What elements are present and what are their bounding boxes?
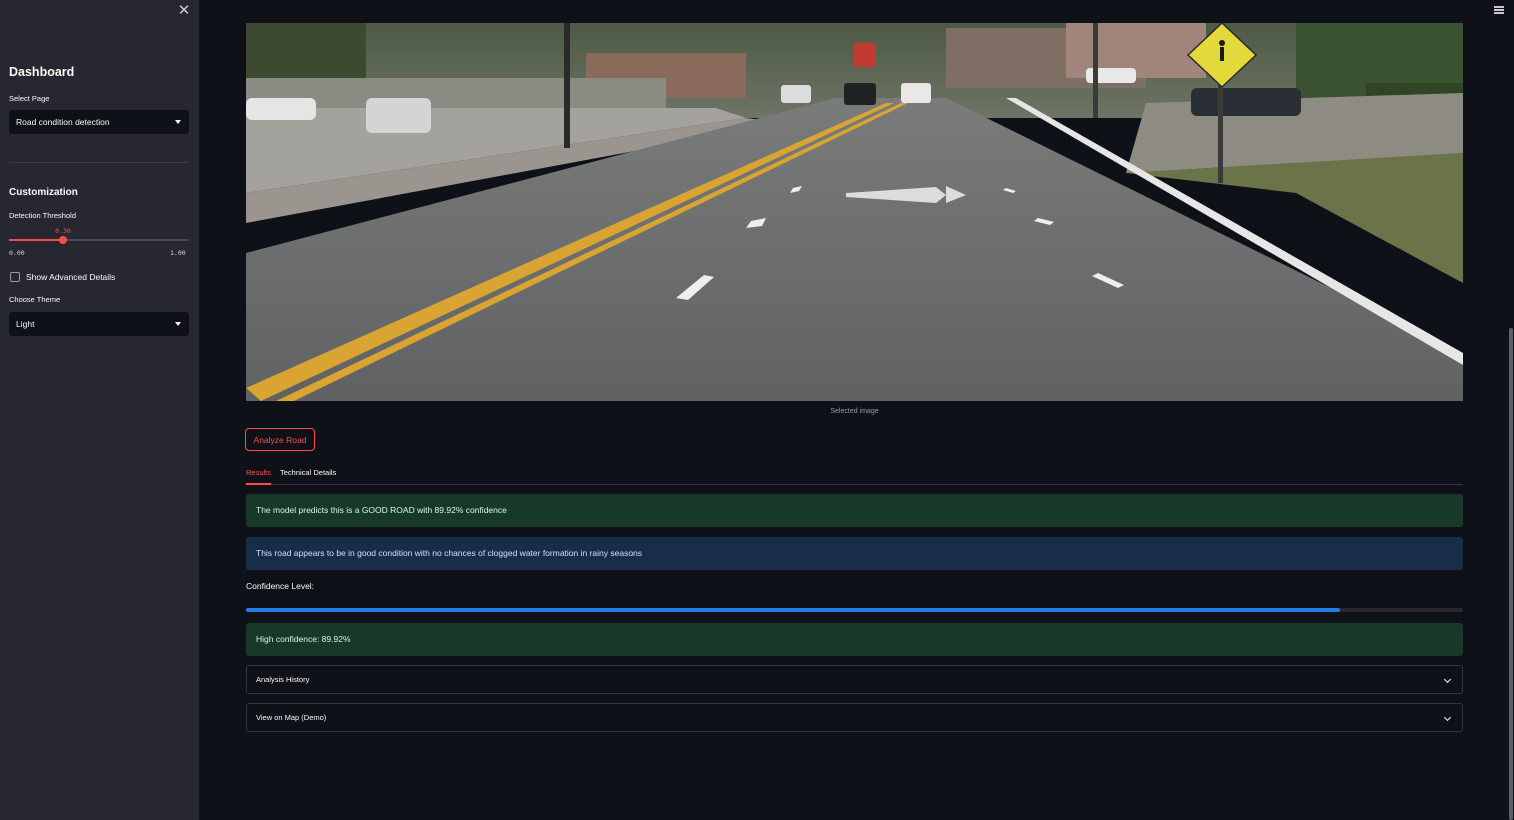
chevron-down-icon <box>1443 713 1452 722</box>
sidebar: ✕ Dashboard Select Page Road condition d… <box>0 0 199 820</box>
checkbox-box[interactable] <box>10 271 20 282</box>
tab-results[interactable]: Results <box>246 468 271 485</box>
confidence-label: Confidence Level: <box>246 581 315 591</box>
sidebar-divider <box>9 162 189 163</box>
prediction-alert: The model predicts this is a GOOD ROAD w… <box>246 494 1463 527</box>
threshold-label: Detection Threshold <box>9 211 76 220</box>
theme-value: Light <box>16 319 35 329</box>
expander-label: View on Map (Demo) <box>256 713 327 722</box>
expander-analysis-history[interactable]: Analysis History <box>246 665 1463 694</box>
tab-technical-details[interactable]: Technical Details <box>280 468 336 485</box>
close-icon[interactable]: ✕ <box>177 3 191 19</box>
advanced-details-checkbox[interactable]: Show Advanced Details <box>10 271 115 282</box>
chevron-down-icon <box>175 120 181 124</box>
checkbox-label: Show Advanced Details <box>26 271 116 282</box>
theme-dropdown[interactable]: Light <box>9 312 189 336</box>
threshold-min: 0.00 <box>9 249 25 257</box>
select-page-dropdown[interactable]: Road condition detection <box>9 110 189 134</box>
image-caption: Selected image <box>830 408 879 415</box>
tab-bar: Results Technical Details <box>246 465 1463 485</box>
confidence-alert: High confidence: 89.92% <box>246 623 1463 656</box>
chevron-down-icon <box>1443 675 1452 684</box>
confidence-progress-bar <box>246 608 1463 612</box>
scrollbar[interactable] <box>1509 328 1513 820</box>
chevron-down-icon <box>175 322 181 326</box>
threshold-slider-fill <box>9 239 63 241</box>
threshold-slider[interactable] <box>9 236 189 244</box>
customization-heading: Customization <box>9 187 78 198</box>
theme-label: Choose Theme <box>9 295 61 304</box>
hamburger-menu-icon[interactable] <box>1494 6 1504 14</box>
confidence-progress-fill <box>246 608 1341 612</box>
road-image <box>246 23 1463 401</box>
threshold-max: 1.00 <box>170 249 186 257</box>
expander-label: Analysis History <box>256 675 310 684</box>
info-alert: This road appears to be in good conditio… <box>246 537 1463 570</box>
select-page-value: Road condition detection <box>16 117 110 127</box>
threshold-value: 0.30 <box>55 227 71 235</box>
sidebar-title: Dashboard <box>9 65 75 79</box>
analyze-road-button[interactable]: Analyze Road <box>245 428 315 451</box>
threshold-slider-thumb[interactable] <box>59 236 67 244</box>
select-page-label: Select Page <box>9 94 50 103</box>
expander-view-on-map[interactable]: View on Map (Demo) <box>246 703 1463 732</box>
